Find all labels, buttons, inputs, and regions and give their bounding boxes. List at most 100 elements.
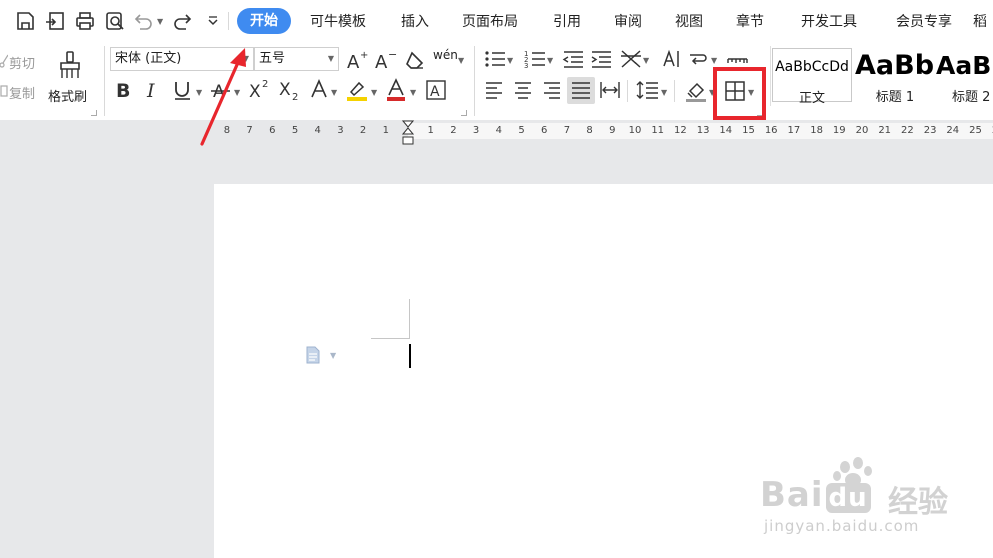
align-center-icon[interactable] — [513, 80, 533, 100]
shrink-font-icon[interactable]: A − — [374, 49, 398, 71]
ruler-tick-right: 18 — [810, 125, 823, 136]
style-heading1[interactable]: AaBb 标题 1 — [855, 48, 935, 105]
clipboard-launcher[interactable] — [91, 110, 97, 116]
ruler-tick-right: 22 — [901, 125, 914, 136]
font-size-value: 五号 — [259, 51, 286, 66]
align-left-icon[interactable] — [484, 80, 504, 100]
ruler-tick-right: 26 — [988, 125, 993, 136]
line-break-icon[interactable] — [687, 49, 709, 69]
increase-indent-icon[interactable] — [590, 49, 612, 69]
cut-icon[interactable] — [0, 54, 8, 68]
highlight-dropdown-icon[interactable]: ▼ — [371, 88, 377, 97]
ruler-tick-right: 8 — [586, 125, 593, 136]
style-heading2-preview: AaBl — [936, 51, 993, 80]
svg-text:A: A — [375, 52, 388, 71]
customize-toolbar-icon[interactable] — [202, 10, 224, 32]
text-effect-icon[interactable] — [309, 78, 331, 100]
print-icon[interactable] — [74, 10, 96, 32]
style-normal[interactable]: AaBbCcDd 正文 — [772, 48, 852, 106]
copy-label[interactable]: 复制 — [9, 83, 35, 102]
tab-references[interactable]: 引用 — [553, 11, 581, 31]
line-spacing-dropdown-icon[interactable]: ▼ — [661, 88, 667, 97]
export-pdf-icon[interactable] — [44, 10, 66, 32]
distributed-align-icon[interactable] — [599, 80, 621, 100]
ruler-tick-right: 19 — [832, 125, 846, 136]
ruler-tick-right: 4 — [495, 125, 502, 136]
undo-icon[interactable] — [132, 10, 154, 32]
style-normal-preview: AaBbCcDd — [775, 59, 849, 75]
save-icon[interactable] — [14, 10, 36, 32]
ruler-tick-left: 4 — [314, 125, 321, 136]
copy-icon[interactable] — [0, 84, 8, 98]
svg-text:2: 2 — [262, 79, 268, 90]
character-border-icon[interactable]: A — [425, 79, 447, 101]
font-size-select[interactable]: 五号 ▼ — [254, 47, 339, 71]
bullets-dropdown-icon[interactable]: ▼ — [507, 56, 513, 65]
tab-view[interactable]: 视图 — [675, 11, 703, 31]
highlight-icon[interactable] — [345, 78, 369, 102]
ruler-tick-left: 1 — [382, 125, 389, 136]
tab-start[interactable]: 开始 — [237, 8, 291, 34]
margin-corner-horizontal — [371, 338, 409, 339]
ruler-tick-right: 14 — [719, 125, 733, 136]
font-color-dropdown-icon[interactable]: ▼ — [410, 88, 416, 97]
chinese-layout-dropdown-icon[interactable]: ▼ — [643, 56, 649, 65]
bold-icon[interactable]: B — [115, 79, 133, 101]
text-cursor — [409, 344, 411, 368]
style-heading2[interactable]: AaBl 标题 2 — [936, 48, 993, 102]
bullets-icon[interactable] — [484, 49, 506, 69]
numbering-icon[interactable]: 123 — [524, 49, 546, 69]
grow-font-icon[interactable]: A + — [346, 49, 370, 71]
watermark-url: jingyan.baidu.com — [764, 517, 920, 535]
line-spacing-icon[interactable] — [636, 79, 660, 101]
paragraph-layout-icon[interactable] — [305, 346, 323, 364]
ruler-tick-left: 2 — [359, 125, 367, 136]
show-ruler-icon[interactable] — [726, 49, 748, 69]
group-divider — [474, 46, 475, 116]
chinese-layout-icon[interactable] — [619, 48, 643, 70]
style-heading2-label: 标题 2 — [952, 90, 991, 102]
shading-icon[interactable] — [684, 79, 708, 103]
tab-review[interactable]: 审阅 — [614, 11, 642, 31]
tab-overflow[interactable]: 稻 — [973, 11, 987, 31]
align-right-icon[interactable] — [542, 80, 562, 100]
justify-icon[interactable] — [567, 77, 595, 104]
tab-templates[interactable]: 可牛模板 — [310, 11, 366, 31]
undo-dropdown-icon[interactable]: ▼ — [157, 17, 163, 26]
text-effect-dropdown-icon[interactable]: ▼ — [331, 88, 337, 97]
subscript-icon[interactable]: X2 — [278, 78, 302, 102]
tab-developer[interactable]: 开发工具 — [801, 11, 857, 31]
format-painter-label[interactable]: 格式刷 — [48, 86, 87, 105]
redo-icon[interactable] — [172, 10, 194, 32]
phonetic-guide-icon[interactable]: wén — [433, 48, 458, 62]
tab-page-layout[interactable]: 页面布局 — [462, 11, 518, 31]
toolbar-divider — [228, 12, 229, 30]
font-color-icon[interactable] — [385, 78, 407, 102]
clear-format-icon[interactable] — [404, 50, 426, 70]
numbering-dropdown-icon[interactable]: ▼ — [547, 56, 553, 65]
indent-marker-icon[interactable] — [402, 120, 414, 146]
ruler-tick-right: 10 — [628, 125, 642, 136]
ruler-tick-right: 25 — [969, 125, 982, 136]
decrease-indent-icon[interactable] — [562, 49, 584, 69]
ruler-tick-left: 5 — [291, 125, 299, 136]
format-painter-icon[interactable] — [57, 50, 83, 80]
ruler-tick-left: 6 — [269, 125, 276, 136]
style-gallery-divider — [770, 46, 771, 106]
cut-label[interactable]: 剪切 — [9, 53, 35, 72]
print-preview-icon[interactable] — [104, 10, 126, 32]
margin-corner-vertical — [409, 299, 410, 339]
phonetic-dropdown-icon[interactable]: ▼ — [458, 56, 464, 65]
ruler-tick-right: 11 — [651, 125, 665, 136]
tab-insert[interactable]: 插入 — [401, 11, 429, 31]
tab-section[interactable]: 章节 — [736, 11, 764, 31]
tab-member[interactable]: 会员专享 — [896, 11, 952, 31]
line-break-dropdown-icon[interactable]: ▼ — [711, 56, 717, 65]
font-family-value: 宋体 (正文) — [115, 51, 182, 66]
watermark-brand-text: Bai — [760, 475, 824, 515]
text-direction-icon[interactable] — [660, 48, 682, 70]
font-launcher[interactable] — [461, 110, 467, 116]
style-normal-label: 正文 — [798, 91, 825, 106]
italic-icon[interactable]: I — [145, 79, 163, 101]
paragraph-layout-dropdown-icon[interactable]: ▼ — [330, 351, 336, 360]
